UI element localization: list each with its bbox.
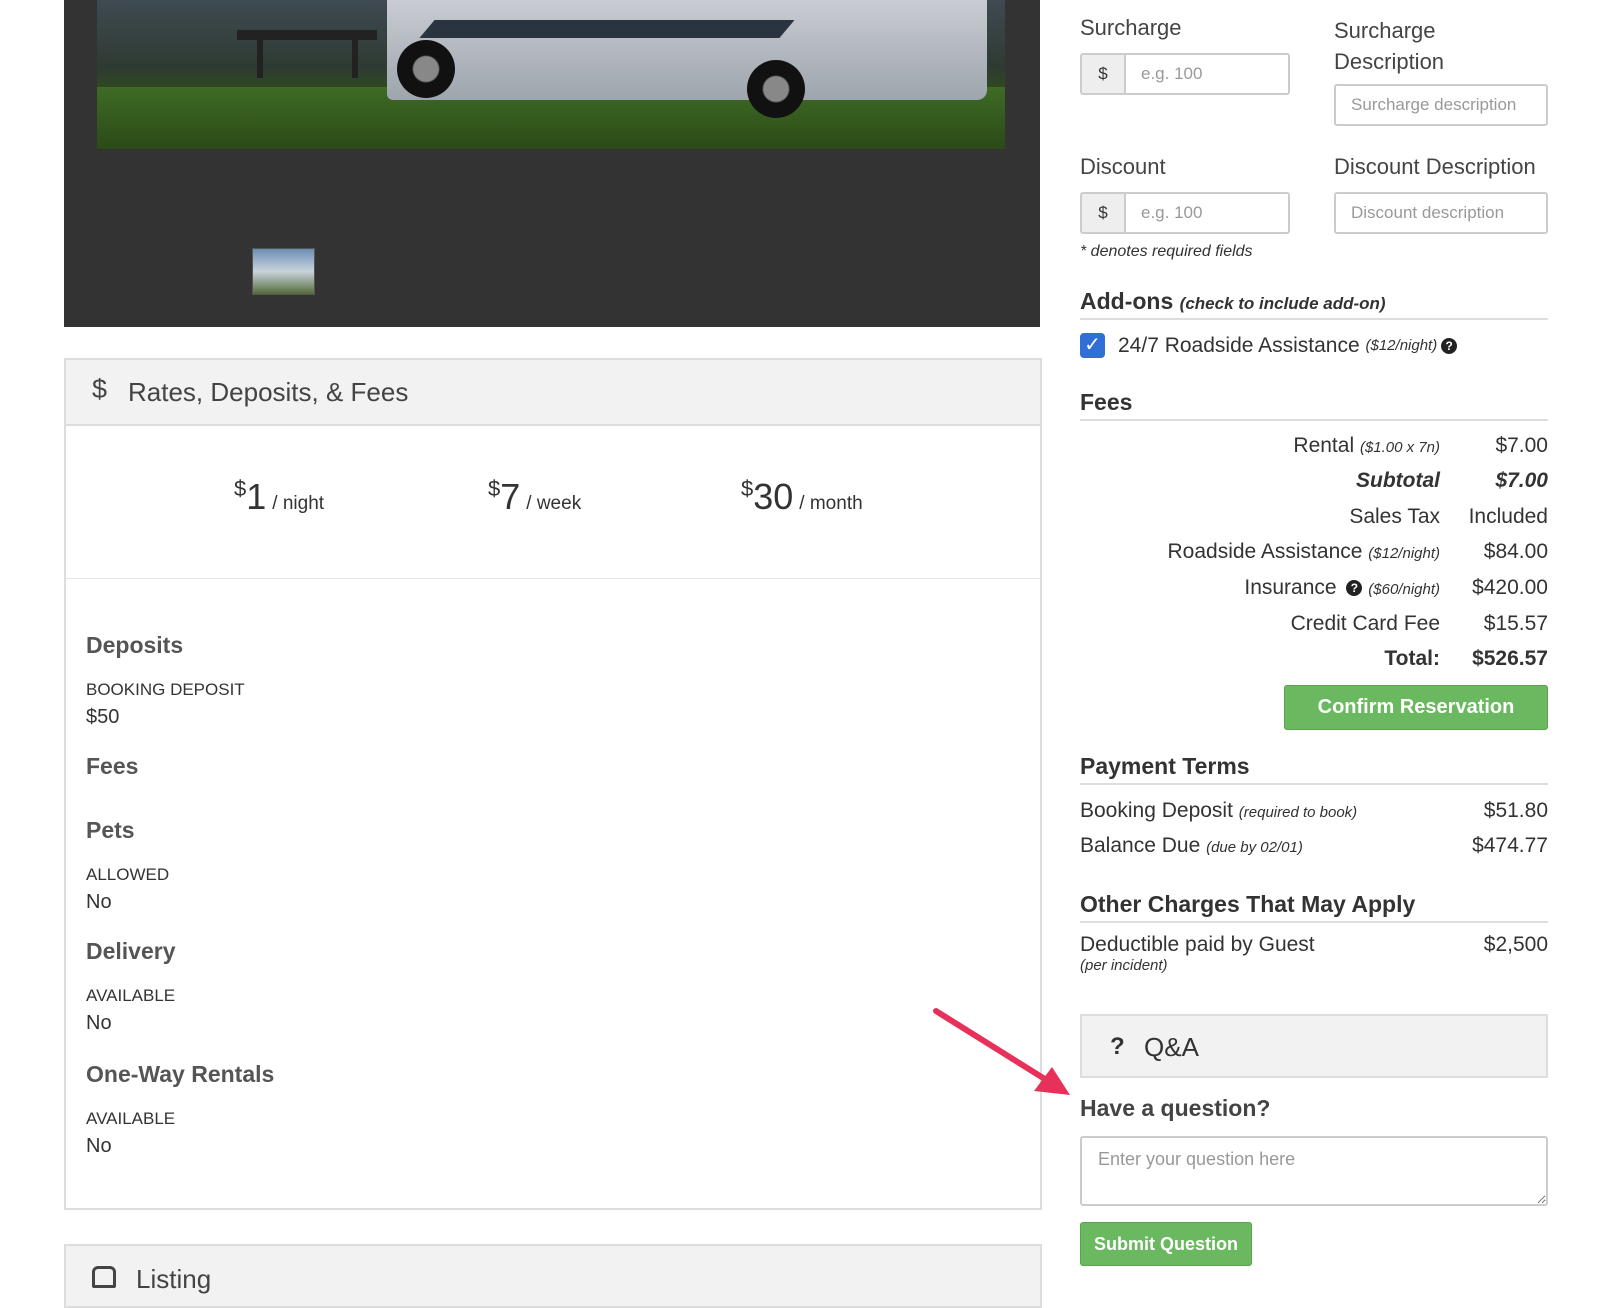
- roadside-checkbox[interactable]: ✓: [1080, 333, 1105, 358]
- required-fields-note: * denotes required fields: [1080, 243, 1253, 260]
- roadside-label: 24/7 Roadside Assistance: [1118, 333, 1360, 357]
- rates-panel-title: Rates, Deposits, & Fees: [128, 377, 409, 407]
- other-charges-title: Other Charges That May Apply: [1080, 891, 1548, 923]
- delivery-label: AVAILABLE: [86, 986, 176, 1005]
- one-way-value: No: [86, 1135, 112, 1157]
- fee-row-total: Total: $526.57: [1384, 647, 1548, 670]
- have-a-question-heading: Have a question?: [1080, 1095, 1271, 1121]
- payment-row-balance: Balance Due (due by 02/01) $474.77: [1080, 834, 1548, 857]
- fees-heading: Fees: [86, 753, 139, 779]
- fee-row-roadside: Roadside Assistance ($12/night) $84.00: [1167, 540, 1548, 563]
- rates-row: $1/ night $7/ week $30/ month: [66, 426, 1040, 579]
- booking-deposit-value: $50: [86, 706, 120, 728]
- one-way-heading: One-Way Rentals: [86, 1061, 275, 1087]
- listing-panel-title: Listing: [136, 1264, 212, 1294]
- addons-subtitle: (check to include add-on): [1179, 294, 1386, 313]
- roadside-rate: ($12/night): [1365, 337, 1438, 354]
- discount-input-group: $: [1080, 192, 1290, 234]
- rates-panel: $ Rates, Deposits, & Fees $1/ night $7/ …: [64, 358, 1042, 1210]
- discount-description-label: Discount Description: [1334, 154, 1536, 179]
- photo-gallery: [64, 0, 1040, 327]
- surcharge-input-group: $: [1080, 53, 1290, 95]
- rates-panel-header: $ Rates, Deposits, & Fees: [66, 360, 1040, 426]
- pets-value: No: [86, 891, 112, 913]
- rate-week: $7/ week: [488, 476, 582, 517]
- pets-heading: Pets: [86, 817, 135, 843]
- surcharge-description-input[interactable]: [1334, 84, 1548, 126]
- delivery-heading: Delivery: [86, 938, 176, 964]
- fee-row-rental: Rental ($1.00 x 7n) $7.00: [1293, 434, 1548, 457]
- pets-label: ALLOWED: [86, 865, 170, 884]
- question-icon: ?: [1110, 1033, 1125, 1060]
- surcharge-input[interactable]: [1124, 53, 1290, 95]
- qa-panel-header: ? Q&A: [1080, 1014, 1548, 1078]
- addon-roadside-row[interactable]: ✓ 24/7 Roadside Assistance ($12/night)?: [1080, 333, 1458, 358]
- discount-label: Discount: [1080, 154, 1166, 179]
- question-textarea[interactable]: [1080, 1136, 1548, 1206]
- addons-title: Add-ons (check to include add-on): [1080, 288, 1548, 320]
- fee-row-subtotal: Subtotal $7.00: [1356, 469, 1548, 492]
- fees-title: Fees: [1080, 389, 1548, 421]
- dollar-icon: $: [92, 374, 108, 404]
- insurance-help-icon[interactable]: ?: [1346, 580, 1363, 597]
- submit-question-button[interactable]: Submit Question: [1080, 1222, 1252, 1266]
- rate-month: $30/ month: [741, 476, 863, 517]
- annotation-arrow-icon: [933, 1008, 1070, 1095]
- deposits-heading: Deposits: [86, 632, 184, 658]
- deductible-note: (per incident): [1080, 957, 1168, 974]
- discount-description-input[interactable]: [1334, 192, 1548, 234]
- confirm-reservation-button[interactable]: Confirm Reservation: [1284, 685, 1548, 730]
- main-photo[interactable]: [97, 0, 1005, 149]
- surcharge-dollar-addon: $: [1080, 53, 1124, 95]
- discount-dollar-addon: $: [1080, 192, 1124, 234]
- booking-deposit-label: BOOKING DEPOSIT: [86, 680, 245, 699]
- bus-icon: [92, 1266, 116, 1288]
- rate-night: $1/ night: [234, 476, 325, 517]
- fee-row-credit-card: Credit Card Fee $15.57: [1290, 612, 1548, 635]
- payment-terms-title: Payment Terms: [1080, 753, 1548, 785]
- one-way-label: AVAILABLE: [86, 1109, 176, 1128]
- photo-thumbnail[interactable]: [252, 248, 315, 295]
- qa-title: Q&A: [1144, 1032, 1199, 1062]
- payment-row-deposit: Booking Deposit (required to book) $51.8…: [1080, 799, 1548, 822]
- surcharge-label: Surcharge: [1080, 15, 1182, 40]
- surcharge-description-label: Surcharge Description: [1334, 18, 1445, 74]
- fee-row-insurance: Insurance ? ($60/night) $420.00: [1244, 576, 1548, 599]
- fee-row-sales-tax: Sales Tax Included: [1349, 505, 1548, 528]
- listing-panel-header[interactable]: Listing: [64, 1244, 1042, 1308]
- delivery-value: No: [86, 1012, 112, 1034]
- discount-input[interactable]: [1124, 192, 1290, 234]
- question-circle-icon[interactable]: ?: [1441, 337, 1458, 354]
